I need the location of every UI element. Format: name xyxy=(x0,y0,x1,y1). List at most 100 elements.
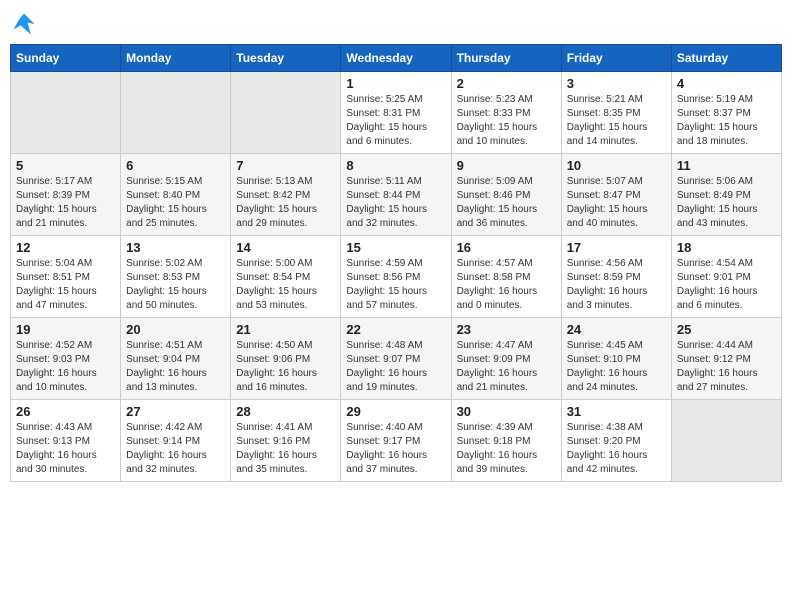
calendar-cell: 17 Sunrise: 4:56 AMSunset: 8:59 PMDayligh… xyxy=(561,236,671,318)
calendar-cell xyxy=(671,400,781,482)
calendar-cell: 20 Sunrise: 4:51 AMSunset: 9:04 PMDayligh… xyxy=(121,318,231,400)
header-sunday: Sunday xyxy=(11,45,121,72)
day-number: 18 xyxy=(677,240,776,255)
day-info: Sunrise: 4:59 AMSunset: 8:56 PMDaylight:… xyxy=(346,257,445,313)
day-info: Sunrise: 4:39 AMSunset: 9:18 PMDaylight:… xyxy=(457,421,556,477)
calendar-cell: 29Sunrise: 4:40 AMSunset: 9:17 PMDayligh… xyxy=(341,400,451,482)
header-thursday: Thursday xyxy=(451,45,561,72)
day-info: Sunrise: 4:41 AMSunset: 9:16 PMDaylight:… xyxy=(236,421,335,477)
calendar-cell: 9 Sunrise: 5:09 AMSunset: 8:46 PMDaylight… xyxy=(451,154,561,236)
calendar-cell: 4 Sunrise: 5:19 AMSunset: 8:37 PMDaylight… xyxy=(671,72,781,154)
calendar-cell: 24 Sunrise: 4:45 AMSunset: 9:10 PMDayligh… xyxy=(561,318,671,400)
header-friday: Friday xyxy=(561,45,671,72)
day-info: Sunrise: 4:42 AMSunset: 9:14 PMDaylight:… xyxy=(126,421,225,477)
calendar-cell: 11 Sunrise: 5:06 AMSunset: 8:49 PMDayligh… xyxy=(671,154,781,236)
day-number: 8 xyxy=(346,158,445,173)
header-monday: Monday xyxy=(121,45,231,72)
day-info: Sunrise: 4:54 AMSunset: 9:01 PMDaylight:… xyxy=(677,257,776,313)
logo xyxy=(10,10,42,38)
day-info: Sunrise: 4:47 AMSunset: 9:09 PMDaylight:… xyxy=(457,339,556,395)
day-number: 5 xyxy=(16,158,115,173)
calendar-week-row: 19 Sunrise: 4:52 AMSunset: 9:03 PMDayligh… xyxy=(11,318,782,400)
day-info: Sunrise: 4:52 AMSunset: 9:03 PMDaylight:… xyxy=(16,339,115,395)
calendar-cell: 6 Sunrise: 5:15 AMSunset: 8:40 PMDaylight… xyxy=(121,154,231,236)
calendar-cell xyxy=(121,72,231,154)
day-number: 22 xyxy=(346,322,445,337)
day-info: Sunrise: 5:06 AMSunset: 8:49 PMDaylight:… xyxy=(677,175,776,231)
day-number: 30 xyxy=(457,404,556,419)
calendar-cell: 25 Sunrise: 4:44 AMSunset: 9:12 PMDayligh… xyxy=(671,318,781,400)
day-info: Sunrise: 5:23 AMSunset: 8:33 PMDaylight:… xyxy=(457,93,556,149)
day-info: Sunrise: 5:02 AMSunset: 8:53 PMDaylight:… xyxy=(126,257,225,313)
day-info: Sunrise: 5:15 AMSunset: 8:40 PMDaylight:… xyxy=(126,175,225,231)
calendar-cell: 16Sunrise: 4:57 AMSunset: 8:58 PMDayligh… xyxy=(451,236,561,318)
day-info: Sunrise: 4:56 AMSunset: 8:59 PMDaylight:… xyxy=(567,257,666,313)
day-number: 16 xyxy=(457,240,556,255)
day-info: Sunrise: 5:00 AMSunset: 8:54 PMDaylight:… xyxy=(236,257,335,313)
day-number: 6 xyxy=(126,158,225,173)
calendar-cell: 31Sunrise: 4:38 AMSunset: 9:20 PMDayligh… xyxy=(561,400,671,482)
day-info: Sunrise: 4:51 AMSunset: 9:04 PMDaylight:… xyxy=(126,339,225,395)
day-number: 24 xyxy=(567,322,666,337)
calendar-cell: 8Sunrise: 5:11 AMSunset: 8:44 PMDaylight… xyxy=(341,154,451,236)
calendar-cell: 26 Sunrise: 4:43 AMSunset: 9:13 PMDayligh… xyxy=(11,400,121,482)
day-number: 23 xyxy=(457,322,556,337)
day-number: 11 xyxy=(677,158,776,173)
calendar-cell: 14 Sunrise: 5:00 AMSunset: 8:54 PMDayligh… xyxy=(231,236,341,318)
day-number: 13 xyxy=(126,240,225,255)
day-number: 31 xyxy=(567,404,666,419)
calendar-cell: 28 Sunrise: 4:41 AMSunset: 9:16 PMDayligh… xyxy=(231,400,341,482)
calendar-week-row: 12Sunrise: 5:04 AMSunset: 8:51 PMDayligh… xyxy=(11,236,782,318)
day-info: Sunrise: 5:19 AMSunset: 8:37 PMDaylight:… xyxy=(677,93,776,149)
calendar-cell: 13 Sunrise: 5:02 AMSunset: 8:53 PMDayligh… xyxy=(121,236,231,318)
calendar-cell: 27Sunrise: 4:42 AMSunset: 9:14 PMDayligh… xyxy=(121,400,231,482)
calendar-cell: 3 Sunrise: 5:21 AMSunset: 8:35 PMDaylight… xyxy=(561,72,671,154)
page-header xyxy=(10,10,782,38)
day-info: Sunrise: 4:48 AMSunset: 9:07 PMDaylight:… xyxy=(346,339,445,395)
day-info: Sunrise: 5:09 AMSunset: 8:46 PMDaylight:… xyxy=(457,175,556,231)
calendar-cell xyxy=(11,72,121,154)
day-number: 12 xyxy=(16,240,115,255)
day-number: 3 xyxy=(567,76,666,91)
day-number: 20 xyxy=(126,322,225,337)
calendar-cell: 5 Sunrise: 5:17 AMSunset: 8:39 PMDaylight… xyxy=(11,154,121,236)
day-number: 9 xyxy=(457,158,556,173)
calendar-cell: 22 Sunrise: 4:48 AMSunset: 9:07 PMDayligh… xyxy=(341,318,451,400)
day-info: Sunrise: 5:25 AMSunset: 8:31 PMDaylight:… xyxy=(346,93,445,149)
calendar-cell: 10Sunrise: 5:07 AMSunset: 8:47 PMDayligh… xyxy=(561,154,671,236)
day-number: 19 xyxy=(16,322,115,337)
day-number: 28 xyxy=(236,404,335,419)
day-info: Sunrise: 4:43 AMSunset: 9:13 PMDaylight:… xyxy=(16,421,115,477)
calendar-week-row: 5 Sunrise: 5:17 AMSunset: 8:39 PMDaylight… xyxy=(11,154,782,236)
day-number: 10 xyxy=(567,158,666,173)
day-info: Sunrise: 4:44 AMSunset: 9:12 PMDaylight:… xyxy=(677,339,776,395)
calendar-cell xyxy=(231,72,341,154)
day-number: 17 xyxy=(567,240,666,255)
day-number: 14 xyxy=(236,240,335,255)
day-info: Sunrise: 4:50 AMSunset: 9:06 PMDaylight:… xyxy=(236,339,335,395)
header-saturday: Saturday xyxy=(671,45,781,72)
calendar-header-row: SundayMondayTuesdayWednesdayThursdayFrid… xyxy=(11,45,782,72)
day-info: Sunrise: 4:45 AMSunset: 9:10 PMDaylight:… xyxy=(567,339,666,395)
calendar-cell: 23 Sunrise: 4:47 AMSunset: 9:09 PMDayligh… xyxy=(451,318,561,400)
calendar-cell: 18 Sunrise: 4:54 AMSunset: 9:01 PMDayligh… xyxy=(671,236,781,318)
calendar-cell: 19 Sunrise: 4:52 AMSunset: 9:03 PMDayligh… xyxy=(11,318,121,400)
day-number: 2 xyxy=(457,76,556,91)
day-number: 25 xyxy=(677,322,776,337)
day-number: 29 xyxy=(346,404,445,419)
calendar-cell: 1Sunrise: 5:25 AMSunset: 8:31 PMDaylight… xyxy=(341,72,451,154)
day-number: 26 xyxy=(16,404,115,419)
calendar-cell: 2 Sunrise: 5:23 AMSunset: 8:33 PMDaylight… xyxy=(451,72,561,154)
day-info: Sunrise: 5:17 AMSunset: 8:39 PMDaylight:… xyxy=(16,175,115,231)
calendar-cell: 12Sunrise: 5:04 AMSunset: 8:51 PMDayligh… xyxy=(11,236,121,318)
header-wednesday: Wednesday xyxy=(341,45,451,72)
calendar-cell: 30 Sunrise: 4:39 AMSunset: 9:18 PMDayligh… xyxy=(451,400,561,482)
calendar-table: SundayMondayTuesdayWednesdayThursdayFrid… xyxy=(10,44,782,482)
calendar-week-row: 26 Sunrise: 4:43 AMSunset: 9:13 PMDayligh… xyxy=(11,400,782,482)
logo-icon xyxy=(10,10,38,38)
day-number: 21 xyxy=(236,322,335,337)
day-number: 4 xyxy=(677,76,776,91)
calendar-week-row: 1Sunrise: 5:25 AMSunset: 8:31 PMDaylight… xyxy=(11,72,782,154)
day-info: Sunrise: 5:21 AMSunset: 8:35 PMDaylight:… xyxy=(567,93,666,149)
calendar-cell: 7Sunrise: 5:13 AMSunset: 8:42 PMDaylight… xyxy=(231,154,341,236)
